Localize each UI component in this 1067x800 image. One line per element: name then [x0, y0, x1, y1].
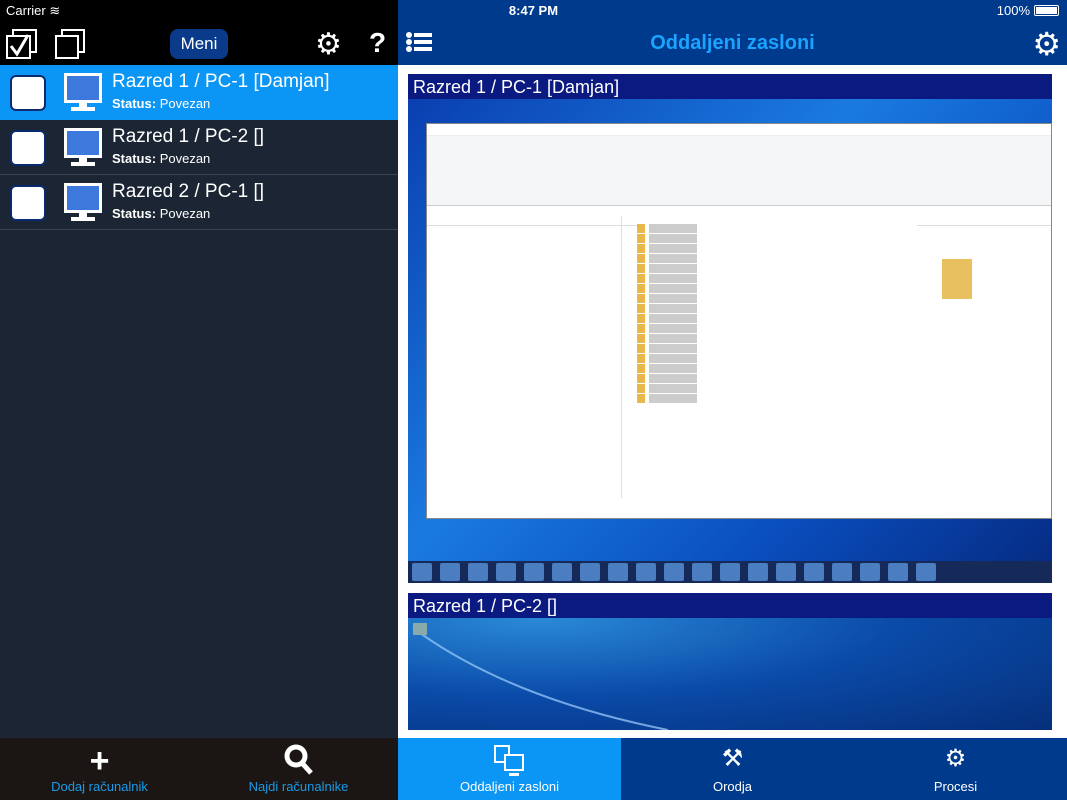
add-computer-label: Dodaj računalnik — [51, 779, 148, 794]
status-label: Status: — [112, 96, 157, 111]
gears-icon: ⚙ — [944, 745, 967, 772]
computer-checkbox[interactable] — [10, 185, 46, 221]
settings-icon[interactable]: ⚙ — [315, 27, 342, 62]
computer-name: Razred 2 / PC-1 [] — [112, 181, 265, 202]
select-all-icon[interactable] — [6, 29, 38, 59]
add-computer-button[interactable]: + Dodaj računalnik — [0, 738, 199, 800]
clock: 8:47 PM — [508, 3, 559, 18]
computer-list-item[interactable]: Razred 1 / PC-2 [] Status: Povezan — [0, 120, 398, 175]
taskbar — [408, 561, 1052, 583]
find-computers-label: Najdi računalnike — [248, 779, 349, 794]
file-explorer-window — [426, 123, 1052, 519]
battery-label: 100% — [996, 3, 1030, 18]
tab-tools[interactable]: ⚒ Orodja — [621, 738, 844, 800]
monitor-icon — [64, 183, 102, 221]
monitor-icon — [64, 73, 102, 111]
computer-status: Status: Povezan — [112, 96, 210, 111]
screen-title: Razred 1 / PC-2 [] — [408, 593, 1052, 618]
screen-title: Razred 1 / PC-1 [Damjan] — [408, 74, 1052, 99]
battery: 100% — [997, 3, 1059, 18]
help-button[interactable]: ? — [369, 27, 386, 59]
computer-name: Razred 1 / PC-1 [Damjan] — [112, 71, 330, 92]
computer-status: Status: Povezan — [112, 151, 210, 166]
computer-list-item[interactable]: Razred 2 / PC-1 [] Status: Povezan — [0, 175, 398, 230]
find-computers-button[interactable]: Najdi računalnike — [199, 738, 398, 800]
status-label: Status: — [112, 206, 157, 221]
computer-list-item[interactable]: Razred 1 / PC-1 [Damjan] Status: Povezan — [0, 65, 398, 120]
header: Oddaljeni zasloni ⚙ — [398, 21, 1067, 65]
bottom-tab-bar: + Dodaj računalnik Najdi računalnike Odd… — [0, 738, 1067, 800]
computer-list-panel: Meni ⚙ ? Razred 1 / PC-1 [Damjan] Status… — [0, 21, 398, 738]
computer-checkbox[interactable] — [10, 75, 46, 111]
status-value: Povezan — [159, 151, 211, 166]
monitors-icon — [398, 744, 621, 781]
tools-icon: ⚒ — [721, 745, 744, 772]
remote-desktop-image[interactable] — [408, 618, 1052, 730]
status-bar: Carrier ≋ 8:47 PM 100% — [0, 0, 1067, 21]
status-value: Povezan — [159, 96, 211, 111]
computer-status: Status: Povezan — [112, 206, 210, 221]
tab-processes[interactable]: ⚙ Procesi — [844, 738, 1067, 800]
tab-label: Oddaljeni zasloni — [459, 779, 559, 794]
page-title: Oddaljeni zasloni — [650, 32, 815, 54]
tab-label: Procesi — [933, 779, 978, 794]
menu-button[interactable]: Meni — [170, 29, 228, 59]
remote-screen[interactable]: Razred 1 / PC-1 [Damjan] — [408, 74, 1052, 583]
status-value: Povezan — [159, 206, 211, 221]
plus-icon: + — [89, 742, 110, 780]
remote-screen[interactable]: Razred 1 / PC-2 [] — [408, 593, 1052, 730]
tab-remote-screens[interactable]: Oddaljeni zasloni — [398, 738, 621, 800]
computer-name: Razred 1 / PC-2 [] — [112, 126, 265, 147]
left-toolbar: Meni ⚙ ? — [0, 21, 398, 65]
settings-icon[interactable]: ⚙ — [1032, 25, 1061, 63]
computer-checkbox[interactable] — [10, 130, 46, 166]
deselect-all-icon[interactable] — [55, 29, 85, 59]
search-icon — [199, 744, 398, 779]
remote-desktop-image[interactable] — [408, 99, 1052, 583]
battery-icon — [1034, 5, 1059, 16]
tab-label: Orodja — [712, 779, 753, 794]
monitor-icon — [64, 128, 102, 166]
status-label: Status: — [112, 151, 157, 166]
folder-icon — [942, 259, 972, 299]
